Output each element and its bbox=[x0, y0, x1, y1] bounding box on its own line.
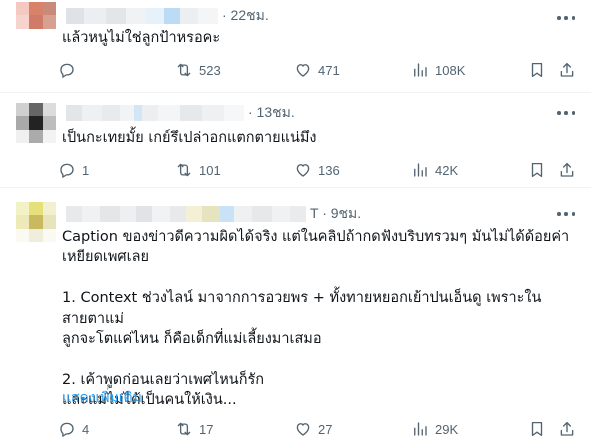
bookmark-icon bbox=[531, 162, 543, 178]
tweet[interactable]: · 13ชม. เป็นกะเทยมั้ย เกย์รึเปล่าอกแตกตา… bbox=[0, 93, 591, 188]
share-icon bbox=[560, 421, 574, 436]
retweet-count: 101 bbox=[199, 162, 221, 178]
tweet-time[interactable]: · 13ชม. bbox=[248, 102, 295, 124]
show-more-link[interactable]: แสดงเพิ่มเติม bbox=[62, 387, 142, 409]
view-count: 108K bbox=[435, 62, 466, 78]
retweet-count: 17 bbox=[199, 421, 214, 437]
avatar[interactable] bbox=[16, 103, 56, 143]
share-button[interactable] bbox=[558, 160, 576, 180]
tweet-text: Caption ของข่าวดีความผิดได้จริง แต่ในคลิ… bbox=[62, 229, 570, 409]
bookmark-button[interactable] bbox=[528, 60, 546, 80]
reply-button[interactable]: 1 bbox=[58, 160, 89, 180]
views-button[interactable]: 29K bbox=[411, 419, 458, 439]
view-count: 29K bbox=[435, 421, 459, 437]
tweet[interactable]: T · 9ชม. Caption ของข่าวดีความผิดได้จริง… bbox=[0, 188, 591, 443]
views-icon bbox=[414, 422, 427, 436]
reply-icon bbox=[60, 63, 74, 78]
retweet-count: 523 bbox=[199, 62, 221, 78]
like-icon bbox=[296, 64, 310, 77]
author-name[interactable] bbox=[66, 8, 218, 24]
tweet-header: T · 9ชม. bbox=[66, 205, 361, 223]
share-button[interactable] bbox=[558, 419, 576, 439]
retweet-button[interactable]: 523 bbox=[175, 60, 221, 80]
tweet-header: · 22ชม. bbox=[66, 7, 269, 25]
tweet-text: แล้วหนูไม่ใช่ลูกป้าหรอคะ bbox=[62, 30, 221, 46]
reply-count: 4 bbox=[82, 421, 90, 437]
views-icon bbox=[414, 63, 427, 77]
like-count: 27 bbox=[318, 421, 333, 437]
reply-button[interactable]: 4 bbox=[58, 419, 89, 439]
author-name[interactable] bbox=[66, 105, 244, 121]
like-icon bbox=[296, 423, 310, 436]
retweet-button[interactable]: 17 bbox=[175, 419, 213, 439]
tweet-actions: 523 471 108K bbox=[58, 60, 575, 80]
reply-icon bbox=[60, 422, 74, 437]
reply-count: 1 bbox=[82, 162, 90, 178]
bookmark-icon bbox=[531, 62, 543, 78]
share-icon bbox=[560, 162, 574, 177]
retweet-button[interactable]: 101 bbox=[175, 160, 221, 180]
tweet[interactable]: · 22ชม. แล้วหนูไม่ใช่ลูกป้าหรอคะ 523 471… bbox=[0, 0, 591, 93]
avatar[interactable] bbox=[16, 2, 56, 42]
like-icon bbox=[296, 164, 310, 177]
bookmark-button[interactable] bbox=[528, 419, 546, 439]
retweet-icon bbox=[177, 63, 191, 77]
like-count: 471 bbox=[318, 62, 340, 78]
bookmark-icon bbox=[531, 421, 543, 437]
tweet-time[interactable]: · 22ชม. bbox=[222, 5, 269, 27]
like-count: 136 bbox=[318, 162, 340, 178]
views-button[interactable]: 42K bbox=[411, 160, 458, 180]
views-button[interactable]: 108K bbox=[411, 60, 465, 80]
avatar[interactable] bbox=[16, 202, 56, 242]
tweet-actions: 1 101 136 42K bbox=[58, 160, 575, 180]
share-icon bbox=[560, 62, 574, 77]
more-icon[interactable] bbox=[557, 104, 575, 122]
bookmark-button[interactable] bbox=[528, 160, 546, 180]
tweet-header: · 13ชม. bbox=[66, 104, 295, 122]
retweet-icon bbox=[177, 163, 191, 177]
like-button[interactable]: 136 bbox=[294, 160, 340, 180]
share-button[interactable] bbox=[558, 60, 576, 80]
views-icon bbox=[414, 163, 427, 177]
retweet-icon bbox=[177, 422, 191, 436]
author-name[interactable] bbox=[66, 206, 306, 222]
like-button[interactable]: 27 bbox=[294, 419, 332, 439]
more-icon[interactable] bbox=[557, 205, 575, 223]
like-button[interactable]: 471 bbox=[294, 60, 340, 80]
reply-icon bbox=[60, 163, 74, 178]
reply-button[interactable] bbox=[58, 60, 82, 80]
tweet-actions: 4 17 27 29K bbox=[58, 419, 575, 439]
tweet-text: เป็นกะเทยมั้ย เกย์รึเปล่าอกแตกตายแน่มึง bbox=[62, 130, 317, 146]
view-count: 42K bbox=[435, 162, 459, 178]
more-icon[interactable] bbox=[557, 9, 575, 27]
tweet-time[interactable]: T · 9ชม. bbox=[310, 203, 361, 225]
